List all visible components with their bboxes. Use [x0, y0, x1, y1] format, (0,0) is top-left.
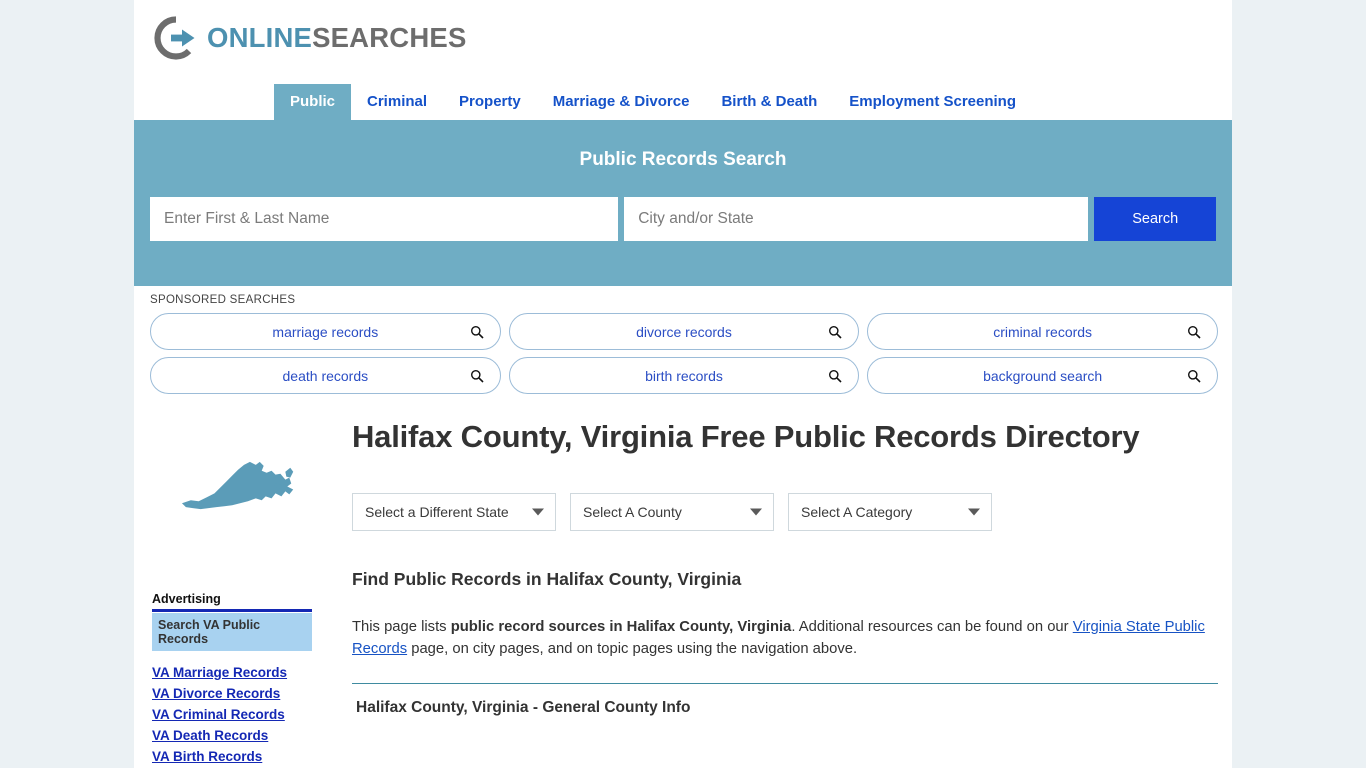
sponsored-pill-divorce-records[interactable]: divorce records — [508, 313, 860, 350]
pill-label: marriage records — [272, 323, 379, 340]
intro-text-bold: public record sources in Halifax County,… — [450, 618, 792, 635]
section-divider — [352, 683, 1218, 685]
intro-paragraph: This page lists public record sources in… — [352, 616, 1218, 660]
select-category-label: Select A Category — [801, 503, 913, 520]
search-va-public-records-button[interactable]: Search VA Public Records — [152, 613, 312, 651]
location-search-input[interactable] — [624, 197, 1089, 241]
select-county-label: Select A County — [583, 503, 682, 520]
advertising-divider — [152, 609, 312, 612]
sponsored-pill-criminal-records[interactable]: criminal records — [867, 313, 1218, 350]
filter-selects: Select a Different State Select A County… — [352, 492, 1218, 531]
public-records-search-band: Public Records Search Search — [134, 122, 1232, 286]
tab-criminal[interactable]: Criminal — [351, 84, 443, 120]
pill-label: criminal records — [993, 323, 1093, 340]
main-column: Halifax County, Virginia Free Public Rec… — [338, 418, 1218, 768]
tab-public[interactable]: Public — [274, 84, 352, 120]
link-va-death-records[interactable]: VA Death Records — [152, 728, 338, 743]
search-icon — [1187, 325, 1201, 339]
left-sidebar: Advertising Search VA Public Records VA … — [148, 418, 338, 768]
select-state-dropdown[interactable]: Select a Different State — [352, 492, 556, 531]
search-form: Search — [150, 197, 1217, 241]
sponsored-pill-birth-records[interactable]: birth records — [508, 357, 860, 394]
select-state-label: Select a Different State — [365, 503, 509, 520]
sponsored-pill-marriage-records[interactable]: marriage records — [150, 313, 501, 350]
chevron-down-icon — [968, 508, 980, 516]
select-county-dropdown[interactable]: Select A County — [570, 492, 774, 531]
advertising-link-list: VA Marriage Records VA Divorce Records V… — [152, 665, 338, 764]
link-va-birth-records[interactable]: VA Birth Records — [152, 749, 338, 764]
circular-arrow-logo-icon — [154, 16, 198, 60]
tab-birth-death[interactable]: Birth & Death — [705, 84, 833, 120]
search-icon — [470, 369, 484, 383]
select-category-dropdown[interactable]: Select A Category — [788, 492, 992, 531]
tab-property[interactable]: Property — [443, 84, 537, 120]
pill-label: divorce records — [636, 323, 732, 340]
search-icon — [828, 325, 842, 339]
advertising-box: Advertising Search VA Public Records VA … — [148, 592, 338, 764]
main-navigation: Public Criminal Property Marriage & Divo… — [134, 80, 1232, 122]
page-root: ONLINESEARCHES Public Criminal Property … — [0, 0, 1366, 768]
search-submit-button[interactable]: Search — [1094, 197, 1217, 241]
advertising-label: Advertising — [152, 592, 221, 606]
state-map-holder — [148, 418, 338, 546]
sponsored-searches-label: SPONSORED SEARCHES — [150, 294, 296, 306]
link-va-marriage-records[interactable]: VA Marriage Records — [152, 665, 338, 680]
tab-employment-screening[interactable]: Employment Screening — [833, 84, 1032, 120]
logo-wordmark: ONLINESEARCHES — [207, 24, 467, 52]
find-records-section-title: Find Public Records in Halifax County, V… — [352, 568, 742, 589]
tab-marriage-divorce[interactable]: Marriage & Divorce — [537, 84, 706, 120]
pill-label: background search — [983, 367, 1103, 384]
content-container: ONLINESEARCHES Public Criminal Property … — [134, 0, 1232, 768]
name-search-input[interactable] — [150, 197, 619, 241]
sponsored-pill-death-records[interactable]: death records — [150, 357, 501, 394]
main-body: Advertising Search VA Public Records VA … — [134, 400, 1232, 768]
link-va-criminal-records[interactable]: VA Criminal Records — [152, 707, 338, 722]
virginia-state-map-icon — [179, 454, 307, 524]
intro-text-part1: This page lists — [352, 618, 451, 635]
sponsored-pill-background-search[interactable]: background search — [867, 357, 1218, 394]
link-va-divorce-records[interactable]: VA Divorce Records — [152, 686, 338, 701]
sponsored-pill-grid: marriage records divorce records crimina… — [150, 313, 1218, 394]
general-county-info-heading: Halifax County, Virginia - General Count… — [356, 699, 691, 717]
logo-word-searches: SEARCHES — [312, 22, 467, 54]
search-band-title: Public Records Search — [579, 149, 787, 170]
intro-text-part3: page, on city pages, and on topic pages … — [407, 641, 858, 657]
pill-label: birth records — [645, 367, 723, 384]
search-icon — [1187, 369, 1201, 383]
search-icon — [828, 369, 842, 383]
site-logo[interactable]: ONLINESEARCHES — [154, 16, 1232, 60]
page-title: Halifax County, Virginia Free Public Rec… — [352, 419, 1140, 454]
sponsored-searches-section: SPONSORED SEARCHES marriage records divo… — [134, 286, 1232, 400]
header-logo-row: ONLINESEARCHES — [134, 0, 1232, 80]
logo-word-online: ONLINE — [207, 22, 313, 54]
pill-label: death records — [282, 367, 369, 384]
search-icon — [470, 325, 484, 339]
chevron-down-icon — [532, 508, 544, 516]
intro-text-part2: . Additional resources can be found on o… — [791, 618, 1073, 635]
chevron-down-icon — [750, 508, 762, 516]
